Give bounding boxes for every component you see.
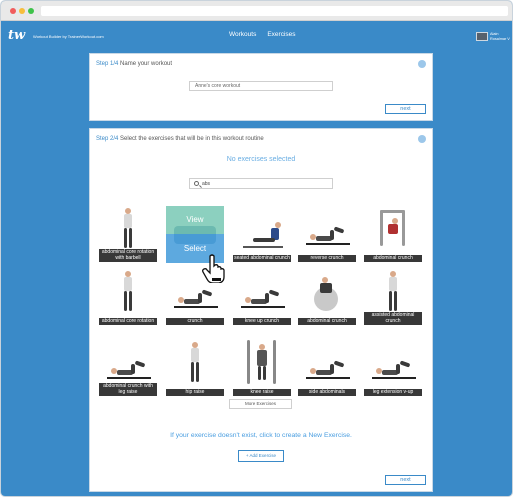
exercise-caption: reverse crunch [298, 254, 356, 262]
step2-number: Step 2/4 [96, 136, 119, 142]
search-value: abs [202, 181, 211, 187]
main-nav: Workouts Exercises [229, 31, 296, 38]
app-header: tw Workout Builder by TrainerWorkout.com… [1, 21, 512, 51]
exercise-tile[interactable]: leg extension v-up [364, 340, 422, 397]
close-window-icon[interactable] [10, 8, 16, 14]
avatar[interactable] [476, 32, 488, 41]
exercise-caption: abdominal core rotation [99, 317, 157, 325]
exercise-caption: abdominal crunch [298, 317, 356, 325]
help-icon[interactable] [418, 135, 426, 143]
minimize-window-icon[interactable] [19, 8, 25, 14]
exercise-image [298, 206, 356, 250]
exercise-caption: abdominal crunch with leg raise [99, 383, 157, 396]
step2-next-button[interactable]: next [385, 475, 426, 485]
exercise-search-input[interactable]: abs [189, 178, 333, 189]
exercise-tile[interactable]: reverse crunch [298, 206, 356, 263]
exercise-caption: leg extension v-up [364, 388, 422, 396]
exercise-image [233, 340, 291, 384]
tw-logo[interactable]: tw [8, 29, 30, 43]
nav-workouts[interactable]: Workouts [229, 31, 256, 38]
more-exercises-button[interactable]: More Exercises [229, 399, 292, 409]
step2-panel: Step 2/4 Select the exercises that will … [89, 128, 433, 492]
browser-window: tw Workout Builder by TrainerWorkout.com… [0, 0, 513, 497]
address-bar[interactable] [41, 6, 508, 16]
exercise-tile[interactable]: abdominal core rotation [99, 269, 157, 326]
step1-number: Step 1/4 [96, 61, 119, 67]
exercise-caption: knee up crunch [233, 317, 291, 325]
step1-label: Name your workout [118, 61, 173, 67]
exercise-image [298, 340, 356, 384]
add-exercise-button[interactable]: + Add Exercise [238, 450, 284, 462]
exercise-tile[interactable]: knee up crunch [233, 269, 291, 326]
exercise-tile[interactable]: seated abdominal crunch [233, 206, 291, 263]
exercise-image [364, 340, 422, 384]
exercise-caption: side abdominals [298, 388, 356, 396]
exercise-caption: seated abdominal crunch [233, 254, 291, 262]
step2-title: Step 2/4 Select the exercises that will … [96, 136, 264, 142]
exercise-image [99, 340, 157, 384]
help-icon[interactable] [418, 60, 426, 68]
search-icon [194, 181, 199, 186]
step1-next-button[interactable]: next [385, 104, 426, 114]
exercise-image [233, 269, 291, 313]
new-exercise-prompt: If your exercise doesn't exist, click to… [170, 432, 352, 439]
maximize-window-icon[interactable] [28, 8, 34, 14]
exercise-tile[interactable]: knee raise [233, 340, 291, 397]
step1-panel: Step 1/4 Name your workout Anne's core w… [89, 53, 433, 121]
exercise-caption: knee raise [233, 388, 291, 396]
exercise-image [298, 269, 356, 313]
exercise-image [233, 206, 291, 250]
exercise-image [166, 340, 224, 384]
pointer-hand-icon [202, 254, 225, 283]
exercise-image [99, 269, 157, 313]
view-exercise-button[interactable]: View [166, 206, 224, 234]
exercise-tile[interactable]: assisted abdominal crunch [364, 269, 422, 326]
exercise-tile[interactable]: side abdominals [298, 340, 356, 397]
exercise-caption: crunch [166, 317, 224, 325]
exercise-tile[interactable]: abdominal crunch [298, 269, 356, 326]
exercise-tile[interactable]: abdominal core rotation with barbell [99, 206, 157, 263]
exercise-image [99, 206, 157, 250]
exercise-tile[interactable]: abdominal crunch [364, 206, 422, 263]
step2-label: Select the exercises that will be in thi… [118, 136, 264, 142]
exercise-image [364, 206, 422, 250]
exercise-tile[interactable]: hip raise [166, 340, 224, 397]
exercise-caption: assisted abdominal crunch [364, 312, 422, 325]
workout-name-input[interactable]: Anne's core workout [189, 81, 333, 91]
exercise-caption: hip raise [166, 388, 224, 396]
exercise-tile[interactable]: abdominal crunch with leg raise [99, 340, 157, 397]
user-name[interactable]: Alain Rosalmar V [490, 32, 512, 42]
exercise-caption: abdominal core rotation with barbell [99, 249, 157, 262]
nav-exercises[interactable]: Exercises [267, 31, 295, 38]
browser-toolbar [1, 1, 512, 21]
exercise-caption: abdominal crunch [364, 254, 422, 262]
tagline: Workout Builder by TrainerWorkout.com [33, 34, 104, 39]
exercise-image [364, 269, 422, 313]
step1-title: Step 1/4 Name your workout [96, 61, 172, 67]
no-exercises-selected: No exercises selected [226, 156, 296, 163]
